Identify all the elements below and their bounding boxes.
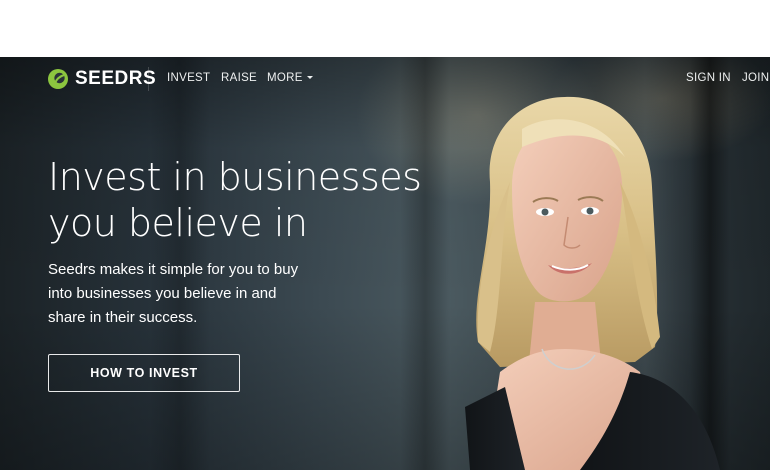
- page: SEEDRS INVEST RAISE MORE SIGN IN JOIN In…: [0, 0, 770, 470]
- sign-in-link[interactable]: SIGN IN: [686, 72, 731, 84]
- hero-description-line: Seedrs makes it simple for you to buy: [48, 261, 299, 278]
- nav-divider: [148, 67, 149, 91]
- hero-headline: Invest in businesses you believe in: [48, 154, 448, 246]
- hero-description: Seedrs makes it simple for you to buy in…: [48, 258, 338, 330]
- how-to-invest-button[interactable]: HOW TO INVEST: [48, 354, 240, 392]
- nav-item-more-label: MORE: [267, 72, 303, 84]
- top-navigation: SEEDRS INVEST RAISE MORE SIGN IN JOIN: [0, 57, 770, 101]
- hero-description-line: into businesses you believe in and: [48, 285, 277, 302]
- brand-name: SEEDRS: [75, 68, 157, 89]
- nav-item-more[interactable]: MORE: [267, 72, 313, 84]
- seedrs-leaf-icon: [48, 69, 68, 89]
- hero-description-line: share in their success.: [48, 309, 198, 326]
- hero-headline-line: you believe in: [48, 201, 308, 245]
- hero-headline-line: Invest in businesses: [48, 155, 422, 199]
- nav-item-invest[interactable]: INVEST: [167, 72, 210, 84]
- join-link[interactable]: JOIN: [742, 72, 769, 84]
- caret-down-icon: [306, 76, 313, 80]
- nav-item-raise[interactable]: RAISE: [221, 72, 257, 84]
- brand-logo[interactable]: SEEDRS: [47, 67, 156, 91]
- portrait-photo: [465, 96, 720, 470]
